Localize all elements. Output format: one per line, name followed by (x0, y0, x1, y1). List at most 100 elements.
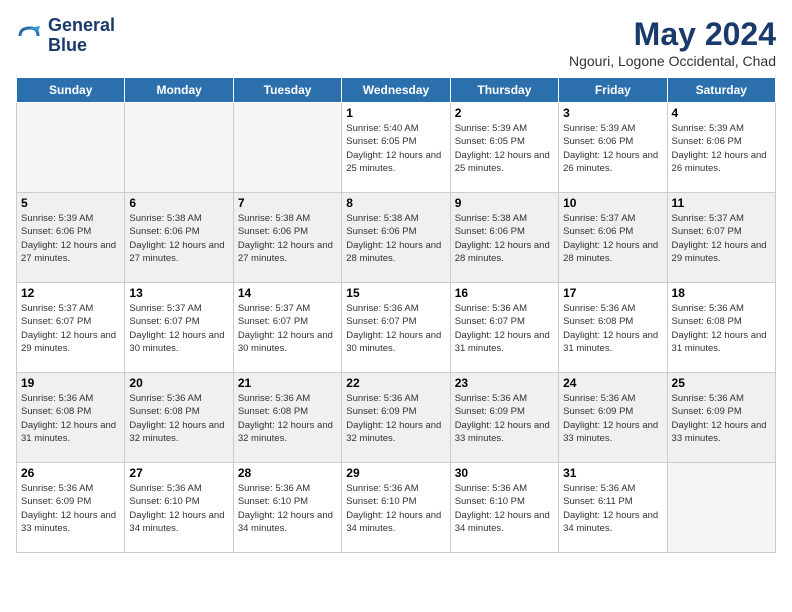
day-number: 17 (563, 286, 662, 300)
calendar-cell: 8 Sunrise: 5:38 AM Sunset: 6:06 PM Daylig… (342, 193, 450, 283)
calendar-cell (17, 103, 125, 193)
calendar-cell: 19Sunrise: 5:36 AM Sunset: 6:08 PM Dayli… (17, 373, 125, 463)
day-info: Sunrise: 5:36 AM Sunset: 6:09 PM Dayligh… (672, 392, 771, 445)
header: General Blue May 2024 Ngouri, Logone Occ… (16, 16, 776, 69)
day-info: Sunrise: 5:36 AM Sunset: 6:09 PM Dayligh… (563, 392, 662, 445)
calendar-cell: 15Sunrise: 5:36 AM Sunset: 6:07 PM Dayli… (342, 283, 450, 373)
calendar-cell: 1 Sunrise: 5:40 AM Sunset: 6:05 PM Daylig… (342, 103, 450, 193)
day-info: Sunrise: 5:36 AM Sunset: 6:10 PM Dayligh… (346, 482, 445, 535)
calendar-cell: 14Sunrise: 5:37 AM Sunset: 6:07 PM Dayli… (233, 283, 341, 373)
calendar-subtitle: Ngouri, Logone Occidental, Chad (569, 53, 776, 69)
day-info: Sunrise: 5:36 AM Sunset: 6:08 PM Dayligh… (563, 302, 662, 355)
day-info: Sunrise: 5:37 AM Sunset: 6:07 PM Dayligh… (672, 212, 771, 265)
day-number: 21 (238, 376, 337, 390)
day-header-saturday: Saturday (667, 78, 775, 103)
day-number: 30 (455, 466, 554, 480)
calendar-cell: 13Sunrise: 5:37 AM Sunset: 6:07 PM Dayli… (125, 283, 233, 373)
week-row-5: 26 Sunrise: 5:36 AM Sunset: 6:09 PM Dayli… (17, 463, 776, 553)
day-info: Sunrise: 5:36 AM Sunset: 6:09 PM Dayligh… (346, 392, 445, 445)
day-number: 7 (238, 196, 337, 210)
day-number: 10 (563, 196, 662, 210)
calendar-cell: 12 Sunrise: 5:37 AM Sunset: 6:07 PM Dayli… (17, 283, 125, 373)
calendar-cell: 11 Sunrise: 5:37 AM Sunset: 6:07 PM Dayli… (667, 193, 775, 283)
day-info: Sunrise: 5:36 AM Sunset: 6:10 PM Dayligh… (455, 482, 554, 535)
day-number: 20 (129, 376, 228, 390)
day-info: Sunrise: 5:36 AM Sunset: 6:10 PM Dayligh… (129, 482, 228, 535)
calendar-table: SundayMondayTuesdayWednesdayThursdayFrid… (16, 77, 776, 553)
calendar-cell: 29 Sunrise: 5:36 AM Sunset: 6:10 PM Dayli… (342, 463, 450, 553)
day-number: 6 (129, 196, 228, 210)
day-number: 2 (455, 106, 554, 120)
day-info: Sunrise: 5:36 AM Sunset: 6:08 PM Dayligh… (129, 392, 228, 445)
day-info: Sunrise: 5:38 AM Sunset: 6:06 PM Dayligh… (455, 212, 554, 265)
day-info: Sunrise: 5:38 AM Sunset: 6:06 PM Dayligh… (129, 212, 228, 265)
logo-line1: General (48, 16, 115, 36)
calendar-cell: 24Sunrise: 5:36 AM Sunset: 6:09 PM Dayli… (559, 373, 667, 463)
day-info: Sunrise: 5:36 AM Sunset: 6:09 PM Dayligh… (455, 392, 554, 445)
calendar-cell: 22 Sunrise: 5:36 AM Sunset: 6:09 PM Dayli… (342, 373, 450, 463)
day-info: Sunrise: 5:36 AM Sunset: 6:09 PM Dayligh… (21, 482, 120, 535)
calendar-header-row: SundayMondayTuesdayWednesdayThursdayFrid… (17, 78, 776, 103)
day-number: 12 (21, 286, 120, 300)
day-info: Sunrise: 5:36 AM Sunset: 6:11 PM Dayligh… (563, 482, 662, 535)
calendar-cell: 3 Sunrise: 5:39 AM Sunset: 6:06 PM Daylig… (559, 103, 667, 193)
calendar-cell: 23 Sunrise: 5:36 AM Sunset: 6:09 PM Dayli… (450, 373, 558, 463)
day-number: 22 (346, 376, 445, 390)
day-number: 25 (672, 376, 771, 390)
calendar-cell (667, 463, 775, 553)
week-row-1: 1 Sunrise: 5:40 AM Sunset: 6:05 PM Daylig… (17, 103, 776, 193)
day-number: 9 (455, 196, 554, 210)
calendar-cell: 17 Sunrise: 5:36 AM Sunset: 6:08 PM Dayli… (559, 283, 667, 373)
day-number: 1 (346, 106, 445, 120)
calendar-cell: 26 Sunrise: 5:36 AM Sunset: 6:09 PM Dayli… (17, 463, 125, 553)
logo-line2: Blue (48, 36, 115, 56)
week-row-2: 5Sunrise: 5:39 AM Sunset: 6:06 PM Daylig… (17, 193, 776, 283)
day-header-monday: Monday (125, 78, 233, 103)
day-number: 29 (346, 466, 445, 480)
day-number: 3 (563, 106, 662, 120)
calendar-cell: 5Sunrise: 5:39 AM Sunset: 6:06 PM Daylig… (17, 193, 125, 283)
day-info: Sunrise: 5:40 AM Sunset: 6:05 PM Dayligh… (346, 122, 445, 175)
day-info: Sunrise: 5:37 AM Sunset: 6:07 PM Dayligh… (21, 302, 120, 355)
calendar-cell (125, 103, 233, 193)
calendar-cell: 20 Sunrise: 5:36 AM Sunset: 6:08 PM Dayli… (125, 373, 233, 463)
day-info: Sunrise: 5:39 AM Sunset: 6:06 PM Dayligh… (563, 122, 662, 175)
day-header-tuesday: Tuesday (233, 78, 341, 103)
day-info: Sunrise: 5:36 AM Sunset: 6:07 PM Dayligh… (455, 302, 554, 355)
day-number: 11 (672, 196, 771, 210)
logo-icon (16, 22, 44, 50)
calendar-cell (233, 103, 341, 193)
day-info: Sunrise: 5:39 AM Sunset: 6:06 PM Dayligh… (672, 122, 771, 175)
calendar-cell: 7 Sunrise: 5:38 AM Sunset: 6:06 PM Daylig… (233, 193, 341, 283)
calendar-cell: 2 Sunrise: 5:39 AM Sunset: 6:05 PM Daylig… (450, 103, 558, 193)
calendar-cell: 27Sunrise: 5:36 AM Sunset: 6:10 PM Dayli… (125, 463, 233, 553)
day-info: Sunrise: 5:39 AM Sunset: 6:06 PM Dayligh… (21, 212, 120, 265)
day-info: Sunrise: 5:38 AM Sunset: 6:06 PM Dayligh… (346, 212, 445, 265)
day-number: 23 (455, 376, 554, 390)
logo: General Blue (16, 16, 115, 56)
day-number: 31 (563, 466, 662, 480)
calendar-cell: 21Sunrise: 5:36 AM Sunset: 6:08 PM Dayli… (233, 373, 341, 463)
calendar-cell: 9 Sunrise: 5:38 AM Sunset: 6:06 PM Daylig… (450, 193, 558, 283)
calendar-body: 1 Sunrise: 5:40 AM Sunset: 6:05 PM Daylig… (17, 103, 776, 553)
calendar-cell: 4 Sunrise: 5:39 AM Sunset: 6:06 PM Daylig… (667, 103, 775, 193)
calendar-cell: 31 Sunrise: 5:36 AM Sunset: 6:11 PM Dayli… (559, 463, 667, 553)
day-number: 28 (238, 466, 337, 480)
calendar-cell: 18Sunrise: 5:36 AM Sunset: 6:08 PM Dayli… (667, 283, 775, 373)
day-header-wednesday: Wednesday (342, 78, 450, 103)
day-number: 14 (238, 286, 337, 300)
day-number: 26 (21, 466, 120, 480)
week-row-4: 19Sunrise: 5:36 AM Sunset: 6:08 PM Dayli… (17, 373, 776, 463)
day-info: Sunrise: 5:38 AM Sunset: 6:06 PM Dayligh… (238, 212, 337, 265)
day-info: Sunrise: 5:36 AM Sunset: 6:10 PM Dayligh… (238, 482, 337, 535)
day-number: 4 (672, 106, 771, 120)
title-area: May 2024 Ngouri, Logone Occidental, Chad (569, 16, 776, 69)
calendar-title: May 2024 (569, 16, 776, 53)
day-number: 8 (346, 196, 445, 210)
day-info: Sunrise: 5:39 AM Sunset: 6:05 PM Dayligh… (455, 122, 554, 175)
calendar-cell: 28 Sunrise: 5:36 AM Sunset: 6:10 PM Dayli… (233, 463, 341, 553)
day-number: 13 (129, 286, 228, 300)
day-info: Sunrise: 5:36 AM Sunset: 6:08 PM Dayligh… (672, 302, 771, 355)
day-info: Sunrise: 5:36 AM Sunset: 6:08 PM Dayligh… (21, 392, 120, 445)
calendar-cell: 30 Sunrise: 5:36 AM Sunset: 6:10 PM Dayli… (450, 463, 558, 553)
